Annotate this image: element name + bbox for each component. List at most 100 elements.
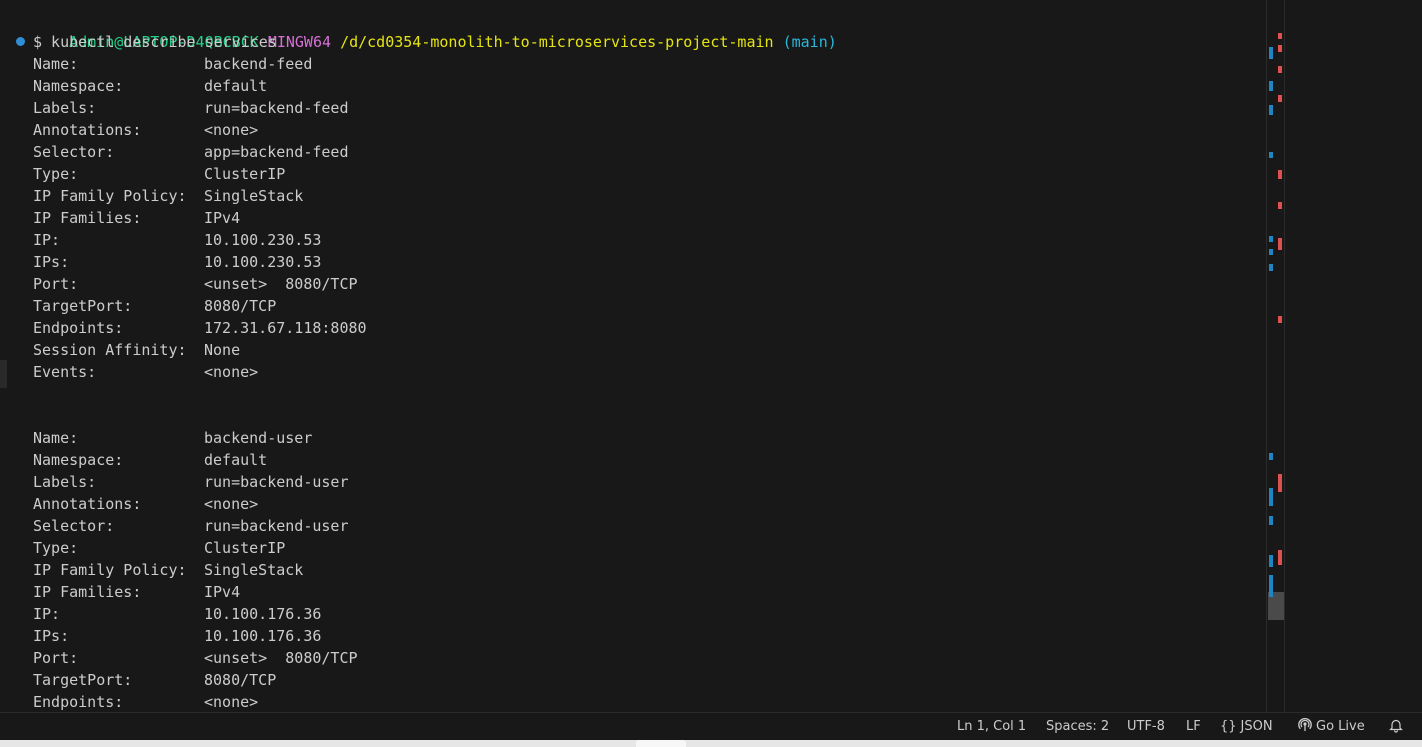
- kv-line: Labels: run=backend-user: [33, 471, 349, 493]
- kv-line: Namespace: default: [33, 449, 267, 471]
- kv-key: IPs:: [33, 627, 70, 645]
- go-live-button[interactable]: Go Live: [1298, 713, 1365, 740]
- kv-value: 8080/TCP: [204, 671, 277, 689]
- terminal-panel[interactable]: Admin@LAPTOP-D4QBCBCK MINGW64 /d/cd0354-…: [0, 0, 1266, 712]
- overview-marker: [1269, 249, 1273, 255]
- kv-line: IP: 10.100.230.53: [33, 229, 321, 251]
- kv-key: Annotations:: [33, 495, 142, 513]
- overview-ruler-border: [1284, 0, 1285, 712]
- kv-line: IPs: 10.100.176.36: [33, 625, 321, 647]
- kv-line: Port: <unset> 8080/TCP: [33, 273, 358, 295]
- kv-line: Endpoints: <none>: [33, 691, 258, 712]
- kv-value: run=backend-feed: [204, 99, 349, 117]
- bell-icon[interactable]: [1389, 713, 1403, 740]
- kv-line: Annotations: <none>: [33, 493, 258, 515]
- kv-key: Selector:: [33, 517, 115, 535]
- overview-marker: [1269, 453, 1273, 460]
- window-bottom-strip: [0, 740, 1422, 747]
- overview-marker: [1278, 170, 1282, 179]
- prompt-branch: (main): [782, 33, 837, 51]
- kv-key: Namespace:: [33, 77, 124, 95]
- kv-key: Port:: [33, 275, 79, 293]
- gutter-marker: [0, 360, 7, 388]
- kv-value: <unset> 8080/TCP: [204, 649, 358, 667]
- kv-key: Endpoints:: [33, 319, 124, 337]
- kv-key: IP Families:: [33, 583, 142, 601]
- kv-key: Endpoints:: [33, 693, 124, 711]
- kv-value: <none>: [204, 121, 259, 139]
- overview-marker: [1269, 516, 1273, 525]
- braces-icon: {}: [1220, 719, 1237, 734]
- encoding-setting[interactable]: UTF-8: [1127, 713, 1165, 740]
- kv-line: Selector: app=backend-feed: [33, 141, 349, 163]
- kv-value: default: [204, 451, 268, 469]
- kv-key: IP Family Policy:: [33, 187, 187, 205]
- overview-marker: [1278, 238, 1282, 250]
- command-line: $ kubectl describe services: [33, 33, 277, 51]
- kv-line: Endpoints: 172.31.67.118:8080: [33, 317, 367, 339]
- kv-value: default: [204, 77, 268, 95]
- overview-marker: [1269, 555, 1273, 567]
- kv-key: Port:: [33, 649, 79, 667]
- kv-key: Session Affinity:: [33, 341, 187, 359]
- eol-setting[interactable]: LF: [1186, 713, 1201, 740]
- language-mode[interactable]: {} JSON: [1220, 713, 1273, 740]
- kv-line: Port: <unset> 8080/TCP: [33, 647, 358, 669]
- kv-value: IPv4: [204, 583, 241, 601]
- overview-marker: [1269, 236, 1273, 242]
- kv-value: 10.100.176.36: [204, 627, 322, 645]
- kv-line: Type: ClusterIP: [33, 537, 285, 559]
- kv-value: SingleStack: [204, 187, 304, 205]
- overview-ruler[interactable]: [1267, 0, 1285, 712]
- command-decoration-icon[interactable]: [16, 37, 25, 46]
- cursor-position[interactable]: Ln 1, Col 1: [957, 713, 1026, 740]
- kv-line: Selector: run=backend-user: [33, 515, 349, 537]
- overview-marker: [1278, 316, 1282, 323]
- overview-marker: [1278, 95, 1282, 102]
- kv-key: TargetPort:: [33, 297, 133, 315]
- kv-value: 8080/TCP: [204, 297, 277, 315]
- kv-key: Annotations:: [33, 121, 142, 139]
- kv-value: SingleStack: [204, 561, 304, 579]
- kv-key: Labels:: [33, 99, 97, 117]
- kv-key: Name:: [33, 429, 79, 447]
- kv-key: TargetPort:: [33, 671, 133, 689]
- language-label: JSON: [1240, 719, 1273, 734]
- prompt-line: Admin@LAPTOP-D4QBCBCK MINGW64 /d/cd0354-…: [33, 9, 837, 51]
- kv-value: backend-user: [204, 429, 313, 447]
- kv-line: TargetPort: 8080/TCP: [33, 669, 276, 691]
- kv-value: <none>: [204, 363, 259, 381]
- kv-key: Name:: [33, 55, 79, 73]
- overview-marker: [1269, 47, 1273, 59]
- kv-value: run=backend-user: [204, 473, 349, 491]
- kv-value: app=backend-feed: [204, 143, 349, 161]
- kv-value: <unset> 8080/TCP: [204, 275, 358, 293]
- kv-line: Type: ClusterIP: [33, 163, 285, 185]
- kv-key: IP Family Policy:: [33, 561, 187, 579]
- kv-value: 10.100.230.53: [204, 253, 322, 271]
- kv-value: <none>: [204, 693, 259, 711]
- kv-value: ClusterIP: [204, 165, 286, 183]
- kv-line: Labels: run=backend-feed: [33, 97, 349, 119]
- kv-key: Namespace:: [33, 451, 124, 469]
- kv-line: Namespace: default: [33, 75, 267, 97]
- prompt-system: MINGW64: [267, 33, 332, 51]
- kv-key: Type:: [33, 165, 79, 183]
- kv-line: Events: <none>: [33, 361, 258, 383]
- kv-line: Name: backend-user: [33, 427, 312, 449]
- overview-marker: [1278, 66, 1282, 73]
- kv-value: ClusterIP: [204, 539, 286, 557]
- kv-line: IP Family Policy: SingleStack: [33, 185, 303, 207]
- kv-line: IP Families: IPv4: [33, 207, 240, 229]
- indentation-setting[interactable]: Spaces: 2: [1046, 713, 1109, 740]
- overview-marker: [1269, 575, 1273, 597]
- kv-line: IP: 10.100.176.36: [33, 603, 321, 625]
- overview-marker: [1278, 550, 1282, 565]
- overview-marker: [1278, 202, 1282, 209]
- kv-key: Events:: [33, 363, 97, 381]
- kv-key: IP Families:: [33, 209, 142, 227]
- kv-value: <none>: [204, 495, 259, 513]
- go-live-label: Go Live: [1316, 719, 1365, 734]
- overview-marker: [1269, 264, 1273, 271]
- kv-value: backend-feed: [204, 55, 313, 73]
